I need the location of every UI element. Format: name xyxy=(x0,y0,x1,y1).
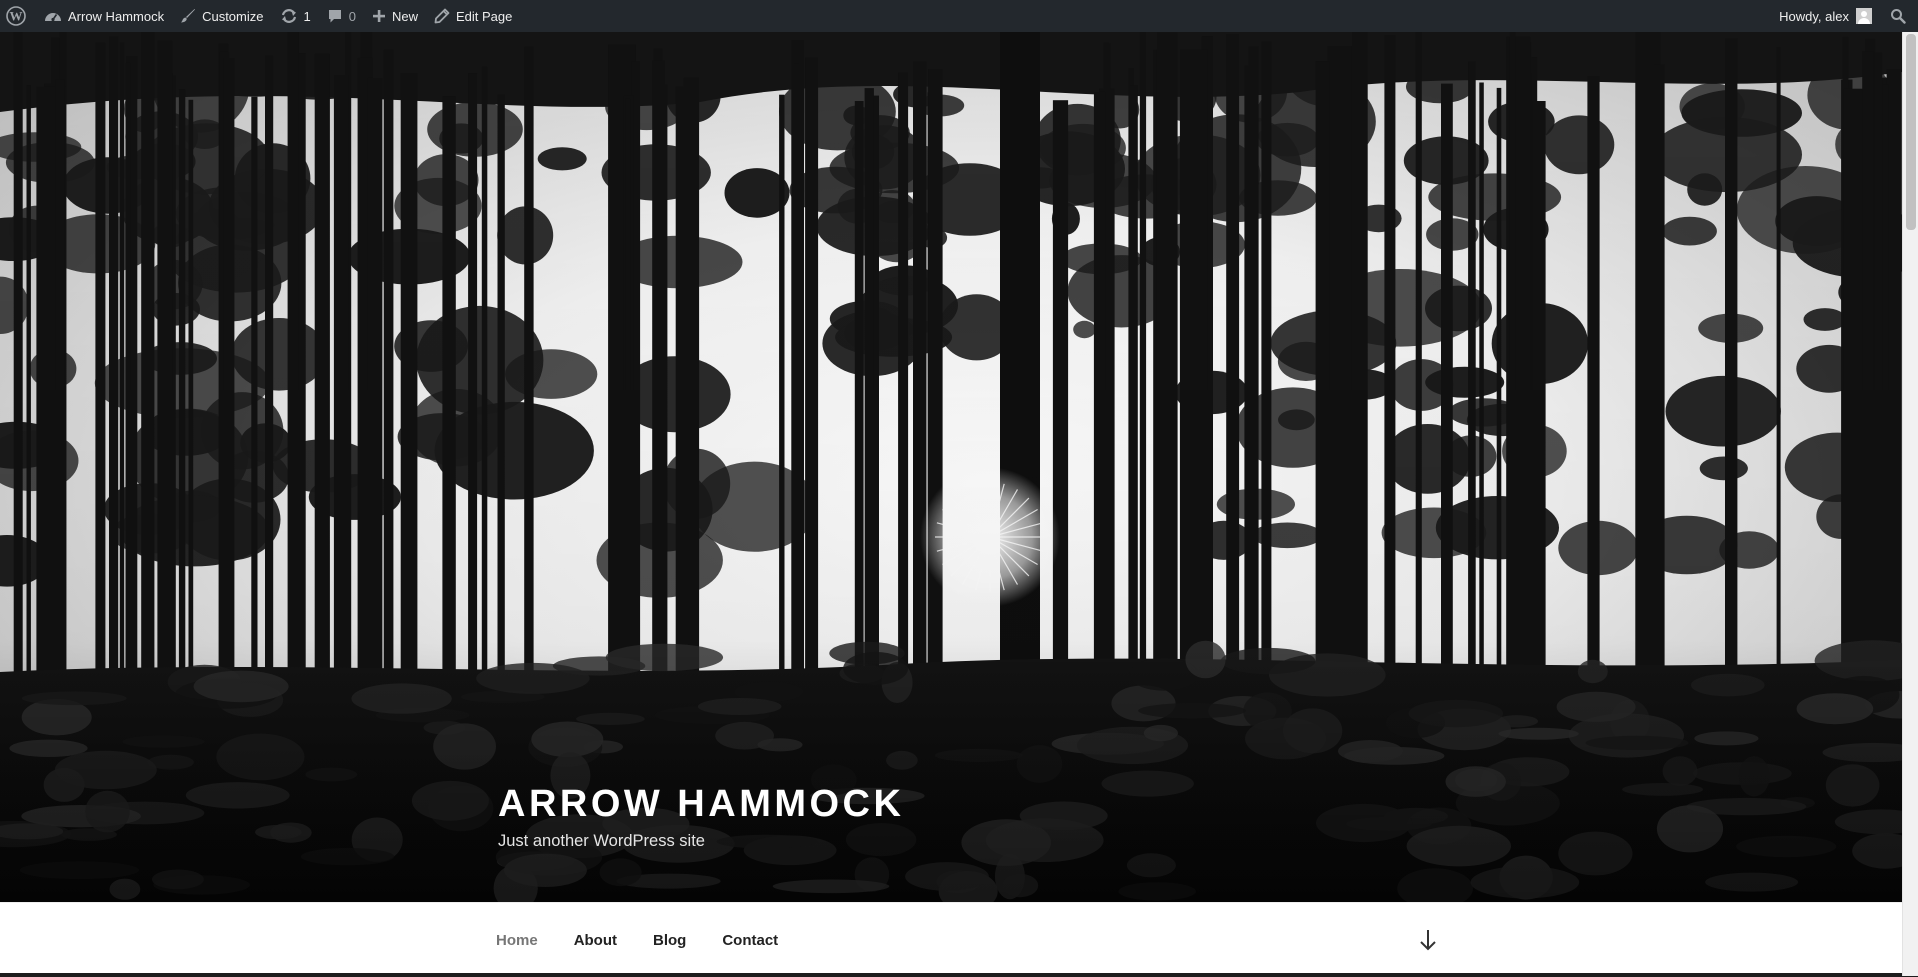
wp-logo-menu[interactable]: W xyxy=(0,0,36,32)
comments-button[interactable]: 0 xyxy=(319,0,364,32)
site-title[interactable]: ARROW HAMMOCK xyxy=(498,783,904,826)
primary-menu: Home About Blog Contact xyxy=(478,903,796,977)
site-name-label: Arrow Hammock xyxy=(68,8,165,24)
updates-button[interactable]: 1 xyxy=(272,0,319,32)
edit-page-label: Edit Page xyxy=(455,8,513,24)
search-icon xyxy=(1890,8,1906,24)
header-image xyxy=(0,32,1902,902)
customize-label: Customize xyxy=(202,8,264,24)
my-account-menu[interactable]: Howdy, alex xyxy=(1771,0,1880,32)
dashboard-icon xyxy=(44,8,62,24)
menu-item-home[interactable]: Home xyxy=(478,932,556,949)
pencil-icon xyxy=(434,8,450,24)
howdy-label: Howdy, alex xyxy=(1779,8,1849,24)
scroll-down-button[interactable] xyxy=(1417,928,1439,952)
menu-item-blog[interactable]: Blog xyxy=(635,932,704,949)
svg-text:W: W xyxy=(10,9,23,24)
custom-header: ARROW HAMMOCK Just another WordPress sit… xyxy=(0,32,1902,902)
site-name-menu[interactable]: Arrow Hammock xyxy=(36,0,172,32)
search-button[interactable] xyxy=(1880,0,1918,32)
admin-bar-right: Howdy, alex xyxy=(1771,0,1918,32)
edit-page-button[interactable]: Edit Page xyxy=(426,0,520,32)
comments-count: 0 xyxy=(348,8,356,24)
updates-count: 1 xyxy=(303,8,311,24)
menu-item-contact[interactable]: Contact xyxy=(704,932,796,949)
customize-button[interactable]: Customize xyxy=(172,0,271,32)
menu-item-about[interactable]: About xyxy=(556,932,635,949)
page-scrollbar[interactable] xyxy=(1902,32,1918,976)
new-content-button[interactable]: New xyxy=(364,0,426,32)
site-navigation: Home About Blog Contact xyxy=(0,902,1902,976)
avatar-icon xyxy=(1856,8,1872,24)
admin-bar: W Arrow Hammock Customize 1 0 New Edit P… xyxy=(0,0,1918,32)
plus-icon xyxy=(372,9,386,23)
new-label: New xyxy=(391,8,418,24)
paintbrush-icon xyxy=(180,8,196,24)
refresh-icon xyxy=(280,8,298,24)
scrollbar-thumb[interactable] xyxy=(1906,34,1916,230)
arrow-down-icon xyxy=(1417,930,1439,956)
admin-bar-left: W Arrow Hammock Customize 1 0 New Edit P… xyxy=(0,0,520,32)
wordpress-icon: W xyxy=(6,6,26,26)
site-branding: ARROW HAMMOCK Just another WordPress sit… xyxy=(498,783,904,851)
comment-icon xyxy=(327,8,343,24)
site-tagline: Just another WordPress site xyxy=(498,831,705,850)
